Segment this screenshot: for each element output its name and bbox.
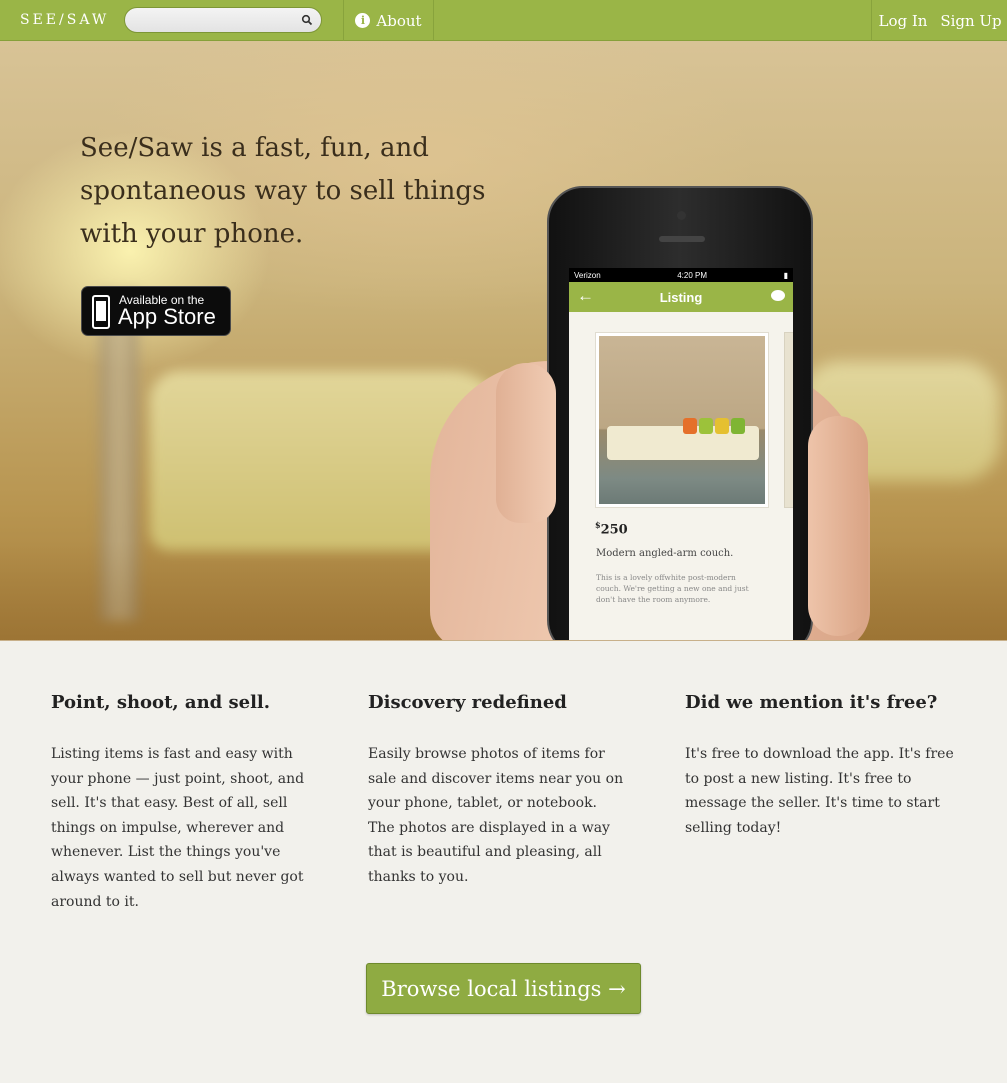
- pillow-yellow: [715, 418, 729, 434]
- appstore-big-text: App Store: [118, 304, 216, 329]
- phone-camera: [677, 211, 686, 220]
- feature-title: Discovery redefined: [368, 692, 567, 713]
- pillow-green: [731, 418, 745, 434]
- phone-screen: Verizon 4:20 PM ▮ ← Listing $250 Modern …: [569, 268, 793, 640]
- price-value: 250: [600, 522, 628, 538]
- feature-body: Listing items is fast and easy with your…: [51, 746, 305, 910]
- top-nav: SEE/SAW i About Log In Sign Up: [0, 0, 1007, 41]
- feature-body: Easily browse photos of items for sale a…: [368, 746, 624, 885]
- about-label: About: [376, 11, 422, 30]
- finger-image: [808, 416, 868, 636]
- search-icon[interactable]: [301, 14, 313, 26]
- pillow-orange: [683, 418, 697, 434]
- phone-speaker: [659, 236, 705, 242]
- back-arrow-icon: ←: [577, 286, 594, 305]
- feature-discovery: Discovery redefined Easily browse photos…: [368, 691, 628, 890]
- phone-status-bar: Verizon 4:20 PM ▮: [569, 268, 793, 282]
- feature-body: It's free to download the app. It's free…: [685, 746, 954, 836]
- nav-divider: [433, 0, 434, 41]
- features-section: Point, shoot, and sell. Listing items is…: [0, 641, 1007, 1083]
- login-link[interactable]: Log In: [872, 0, 934, 41]
- feature-title: Did we mention it's free?: [685, 692, 938, 713]
- browse-listings-button[interactable]: Browse local listings →: [366, 963, 641, 1014]
- app-store-badge[interactable]: Available on the App Store: [81, 286, 231, 336]
- hero-section: See/Saw is a fast, fun, and spontaneous …: [0, 41, 1007, 641]
- signup-link[interactable]: Sign Up: [938, 0, 1004, 41]
- hero-tagline: See/Saw is a fast, fun, and spontaneous …: [80, 133, 486, 249]
- feature-free: Did we mention it's free? It's free to d…: [685, 691, 960, 840]
- couch-photo: [599, 336, 765, 504]
- about-link[interactable]: i About: [344, 0, 433, 41]
- info-icon: i: [355, 13, 371, 28]
- search-box[interactable]: [124, 7, 322, 33]
- feature-point-shoot-sell: Point, shoot, and sell. Listing items is…: [51, 691, 326, 914]
- thumb-image: [496, 363, 556, 523]
- next-listing-photo: [784, 332, 793, 508]
- search-input[interactable]: [135, 11, 295, 29]
- app-header: ← Listing: [569, 282, 793, 312]
- listing-description: This is a lovely offwhite post-modern co…: [596, 573, 749, 604]
- feature-title: Point, shoot, and sell.: [51, 692, 271, 713]
- listing-photo: [595, 332, 769, 508]
- iphone-icon: [92, 295, 110, 329]
- listing-title: Modern angled-arm couch.: [596, 548, 734, 559]
- listing-price: $250: [595, 520, 628, 537]
- app-screen-title: Listing: [659, 289, 703, 305]
- chat-bubble-icon: [771, 290, 785, 301]
- brand-logo[interactable]: SEE/SAW: [20, 12, 109, 28]
- phone-time: 4:20 PM: [677, 270, 708, 280]
- pillow-green: [699, 418, 713, 434]
- carrier-label: Verizon: [574, 270, 601, 280]
- phone-image: Verizon 4:20 PM ▮ ← Listing $250 Modern …: [547, 186, 813, 640]
- battery-icon: ▮: [783, 270, 788, 280]
